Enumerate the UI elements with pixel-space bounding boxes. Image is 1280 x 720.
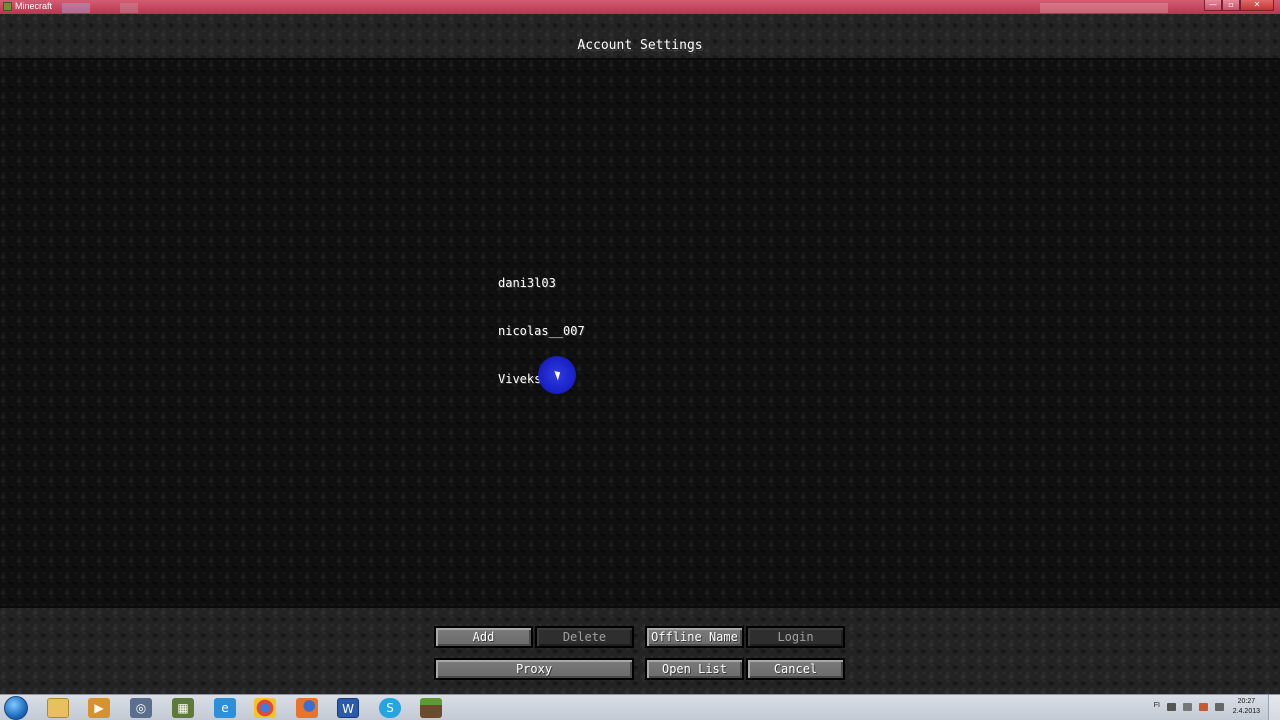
system-clock[interactable]: 20:27 2.4.2013 xyxy=(1233,697,1260,717)
window-title: Minecraft xyxy=(15,1,53,11)
proxy-button[interactable]: Proxy xyxy=(434,658,634,680)
clock-date: 2.4.2013 xyxy=(1232,708,1260,715)
delete-button[interactable]: Delete xyxy=(535,626,634,648)
open-list-button[interactable]: Open List xyxy=(645,658,744,680)
firefox-icon[interactable] xyxy=(296,698,318,718)
account-list xyxy=(0,60,1280,606)
minimize-button[interactable]: — xyxy=(1204,0,1222,11)
titlebar-blurred-area xyxy=(120,3,138,13)
show-desktop-button[interactable] xyxy=(1268,695,1280,720)
tray-app-icon[interactable] xyxy=(1199,703,1208,711)
window-controls: — ▫ ✕ xyxy=(1204,0,1274,12)
explorer-folder-icon[interactable] xyxy=(47,698,69,718)
volume-icon[interactable] xyxy=(1215,703,1224,711)
cancel-button[interactable]: Cancel xyxy=(746,658,845,680)
minecraft-app-icon xyxy=(3,2,12,11)
start-button-icon[interactable] xyxy=(4,696,28,720)
minecraft-tool-icon[interactable]: ▦ xyxy=(172,698,194,718)
minecraft-icon[interactable] xyxy=(420,698,442,718)
login-button[interactable]: Login xyxy=(746,626,845,648)
header-panel: Account Settings xyxy=(0,14,1280,60)
word-icon[interactable]: W xyxy=(337,698,359,718)
chrome-icon[interactable] xyxy=(254,698,276,718)
tray-expand-icon[interactable] xyxy=(1167,703,1176,711)
window-titlebar: Minecraft — ▫ ✕ xyxy=(0,0,1280,14)
titlebar-blurred-area xyxy=(1040,3,1168,13)
clock-time: 20:27 xyxy=(1237,698,1256,705)
page-title: Account Settings xyxy=(577,38,703,53)
media-player-icon[interactable]: ▶ xyxy=(88,698,110,718)
titlebar-blurred-area xyxy=(62,3,90,13)
account-list-item[interactable]: nicolas__007 xyxy=(498,324,585,338)
footer-panel xyxy=(0,606,1280,694)
add-button[interactable]: Add xyxy=(434,626,533,648)
maximize-button[interactable]: ▫ xyxy=(1222,0,1240,11)
account-list-item[interactable]: dani3l03 xyxy=(498,276,556,290)
taskbar: ▶ ◎ ▦ e W S FI 20:27 2.4.2013 xyxy=(0,694,1280,720)
language-indicator[interactable]: FI xyxy=(1154,702,1160,709)
skype-icon[interactable]: S xyxy=(379,698,401,718)
network-icon[interactable] xyxy=(1183,703,1192,711)
internet-explorer-icon[interactable]: e xyxy=(214,698,236,718)
offline-name-button[interactable]: Offline Name xyxy=(645,626,744,648)
close-button[interactable]: ✕ xyxy=(1240,0,1274,11)
app-icon[interactable]: ◎ xyxy=(130,698,152,718)
